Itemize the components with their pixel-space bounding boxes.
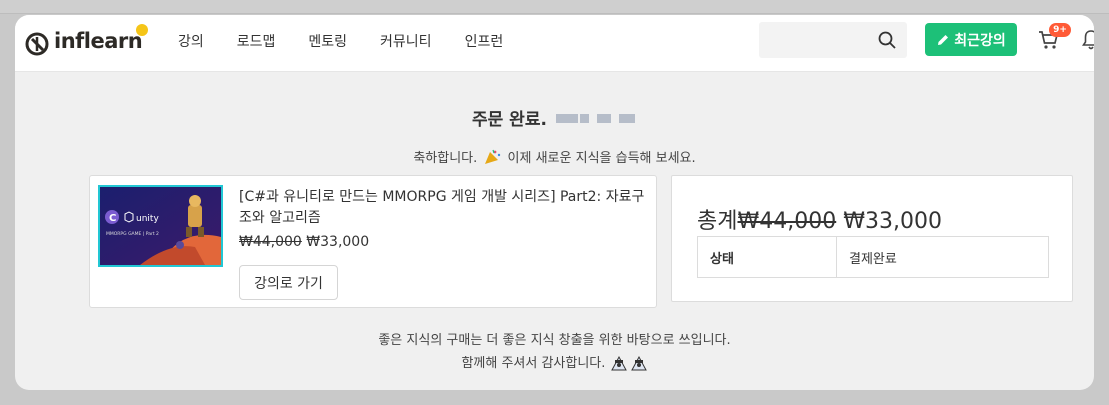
course-title[interactable]: [C#과 유니티로 만드는 MMORPG 게임 개발 시리즈] Part2: 자… <box>239 187 649 229</box>
order-summary-card: 총계₩44,000 ₩33,000 상태 결제완료 <box>671 175 1073 302</box>
party-popper-icon <box>485 149 501 164</box>
search-input[interactable] <box>759 22 907 58</box>
main-nav: 강의 로드맵 멘토링 커뮤니티 인프런 <box>178 31 536 51</box>
status-value: 결제완료 <box>849 251 897 267</box>
payment-status-table: 상태 결제완료 <box>697 236 1049 278</box>
course-sale-price: ₩33,000 <box>306 234 370 250</box>
thank-you-message: 좋은 지식의 구매는 더 좋은 지식 창출을 위한 바탕으로 쓰입니다. 함께해… <box>15 329 1094 375</box>
order-complete-title: 주문 완료. <box>471 110 547 130</box>
nav-item-courses[interactable]: 강의 <box>178 31 204 51</box>
total-label: 총계 <box>697 209 738 234</box>
total-final-price: ₩33,000 <box>843 209 942 234</box>
nav-item-mentoring[interactable]: 멘토링 <box>308 31 347 51</box>
recent-button-label: 최근강의 <box>954 32 1006 49</box>
course-price: ₩44,000 ₩33,000 <box>239 234 369 250</box>
thumb-brand-text: unity <box>136 214 159 224</box>
congrats-text: 축하합니다. <box>413 151 478 166</box>
bell-icon[interactable] <box>1081 28 1094 52</box>
inflearn-logo[interactable]: inflearn <box>24 24 148 60</box>
go-to-course-button[interactable]: 강의로 가기 <box>239 265 338 300</box>
status-label: 상태 <box>698 237 837 277</box>
cart-count-badge: 9+ <box>1049 23 1071 37</box>
logo-text: inflearn <box>54 29 143 53</box>
thank-you-line-2-row: 함께해 주셔서 감사합니다. <box>15 352 1094 375</box>
course-thumbnail[interactable]: C unity MMORPG GAME | Part 2 <box>98 185 223 267</box>
congrats-message: 축하합니다. 이제 새로운 지식을 습득해 보세요. <box>15 147 1094 166</box>
site-header: inflearn 강의 로드맵 멘토링 커뮤니티 인프런 최근강의 9+ <box>15 15 1094 72</box>
recent-courses-button[interactable]: 최근강의 <box>925 23 1017 56</box>
nav-item-community[interactable]: 커뮤니티 <box>380 31 432 51</box>
order-total: 총계₩44,000 ₩33,000 <box>697 203 942 235</box>
page-window: inflearn 강의 로드맵 멘토링 커뮤니티 인프런 최근강의 9+ 주문 … <box>15 15 1094 390</box>
browser-top-bar <box>0 0 1109 14</box>
order-title-row: 주문 완료. <box>15 105 1094 130</box>
total-original-price: ₩44,000 <box>737 209 837 234</box>
nav-item-inflearn[interactable]: 인프런 <box>465 31 504 51</box>
thank-you-line-2: 함께해 주셔서 감사합니다. <box>461 356 606 371</box>
logo-sun-icon <box>136 24 148 36</box>
logo-mark-icon <box>25 32 49 56</box>
course-card: C unity MMORPG GAME | Part 2 [C#과 유니티로 만… <box>89 175 657 308</box>
thumb-caption-text: MMORPG GAME | Part 2 <box>106 231 159 237</box>
congrats-subtext: 이제 새로운 지식을 습득해 보세요. <box>507 151 696 166</box>
pencil-icon <box>938 34 949 45</box>
redacted-name <box>556 108 637 127</box>
svg-text:C: C <box>109 213 116 224</box>
mascot-icon <box>610 355 647 371</box>
nav-item-roadmap[interactable]: 로드맵 <box>237 31 276 51</box>
course-thumbnail-image: C unity MMORPG GAME | Part 2 <box>100 187 221 265</box>
search-icon[interactable] <box>877 30 897 50</box>
thank-you-line-1: 좋은 지식의 구매는 더 좋은 지식 창출을 위한 바탕으로 쓰입니다. <box>378 333 731 348</box>
course-original-price: ₩44,000 <box>239 234 302 250</box>
